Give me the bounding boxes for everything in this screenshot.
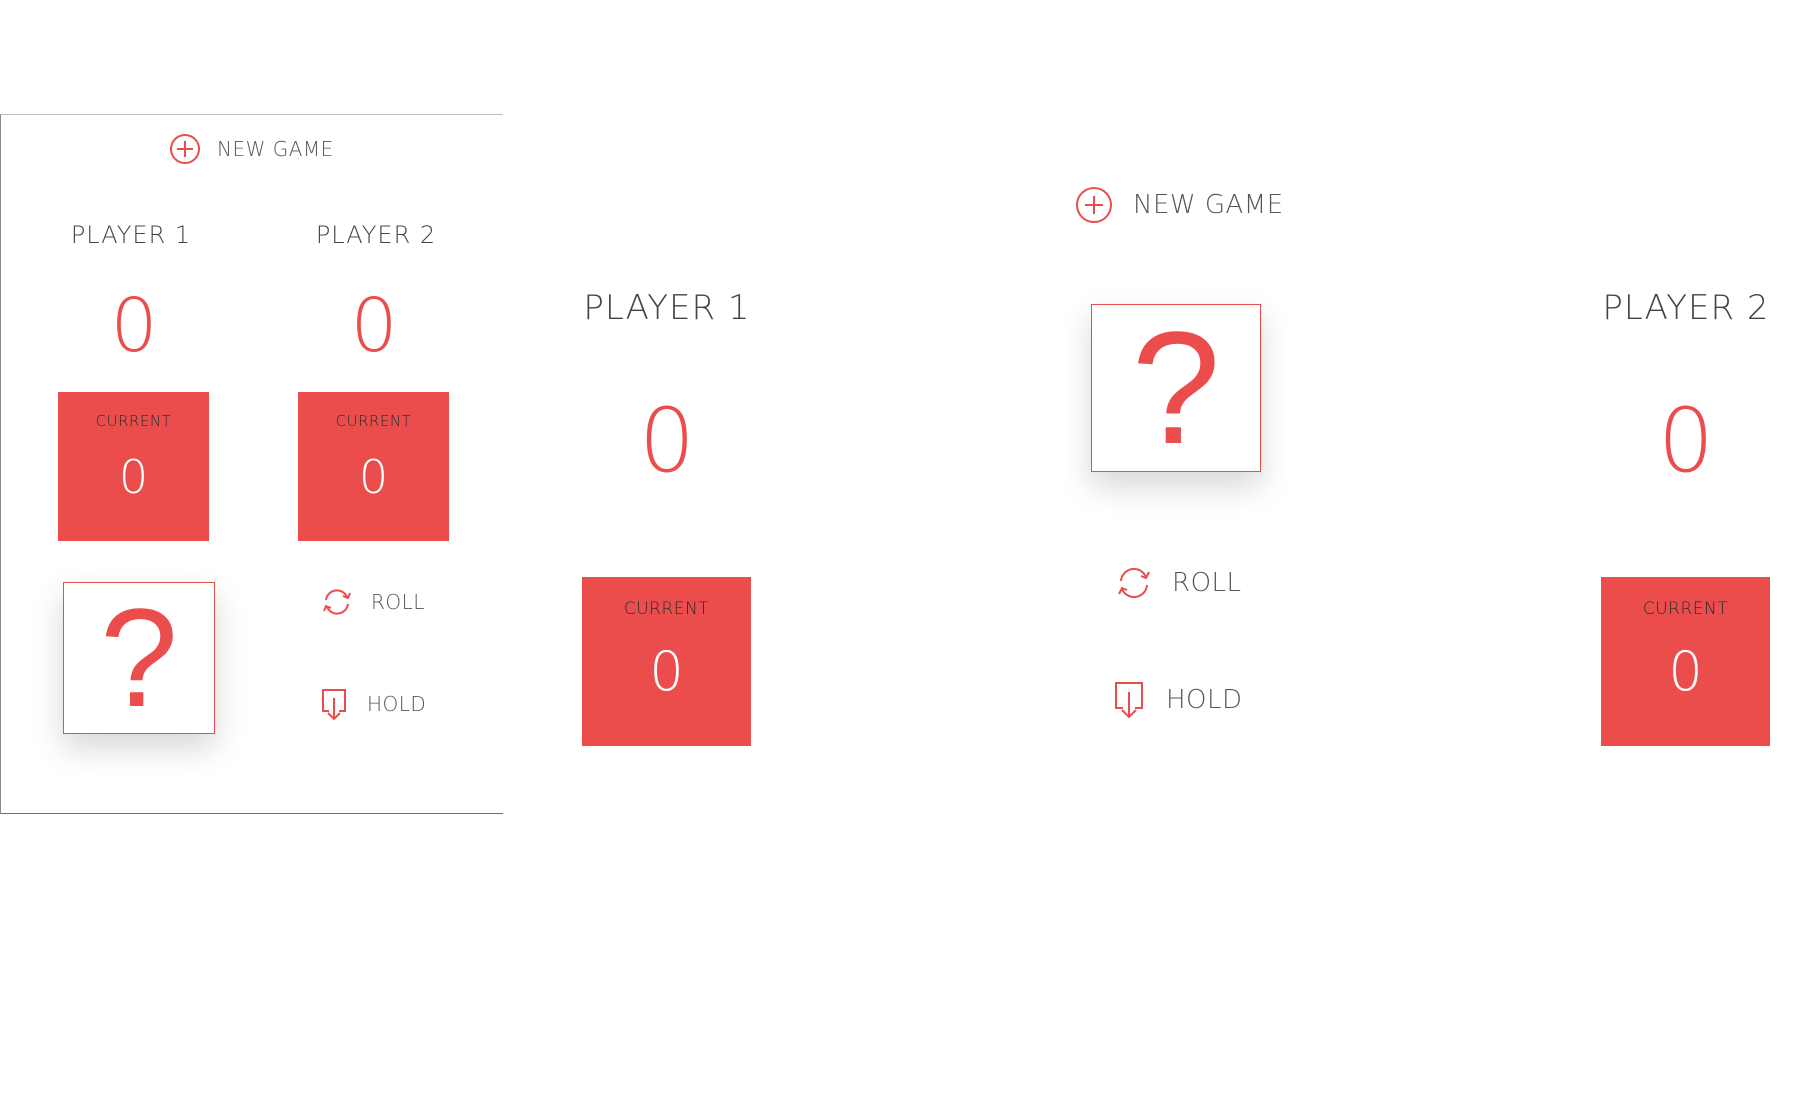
mobile-player-2-current-value: 0 bbox=[358, 450, 389, 504]
mobile-hold-button[interactable]: HOLD bbox=[319, 687, 426, 721]
mobile-new-game-button[interactable]: NEW GAME bbox=[169, 133, 334, 165]
desktop-player-1-current-value: 0 bbox=[649, 640, 684, 703]
mobile-player-1-current-label: CURRENT bbox=[95, 412, 172, 430]
refresh-icon bbox=[323, 589, 351, 615]
desktop-dice-glyph: ? bbox=[1131, 298, 1221, 477]
refresh-icon bbox=[1118, 567, 1150, 599]
desktop-player-1-current-label: CURRENT bbox=[623, 599, 710, 619]
hold-download-icon bbox=[1115, 682, 1143, 719]
mobile-player-1-current-value: 0 bbox=[118, 450, 149, 504]
mobile-hold-label: HOLD bbox=[367, 692, 427, 716]
desktop-new-game-label: NEW GAME bbox=[1133, 190, 1284, 220]
mobile-game-panel: NEW GAME PLAYER 1 PLAYER 2 0 0 CURRENT 0… bbox=[0, 114, 503, 814]
desktop-player-2-name: PLAYER 2 bbox=[1602, 288, 1770, 328]
desktop-player-1-name: PLAYER 1 bbox=[583, 288, 751, 328]
desktop-player-1-current-box: CURRENT 0 bbox=[582, 577, 751, 746]
hold-download-icon bbox=[322, 689, 346, 721]
desktop-player-2-current-box: CURRENT 0 bbox=[1601, 577, 1770, 746]
plus-circle-icon bbox=[1076, 187, 1112, 223]
mobile-player-2-score: 0 bbox=[350, 283, 398, 369]
desktop-player-2-current-label: CURRENT bbox=[1642, 599, 1729, 619]
desktop-player-1-score: 0 bbox=[639, 389, 695, 492]
desktop-roll-button[interactable]: ROLL bbox=[1116, 566, 1242, 600]
mobile-player-2-name: PLAYER 2 bbox=[315, 221, 437, 249]
mobile-dice: ? bbox=[63, 582, 215, 734]
mobile-player-1-score: 0 bbox=[110, 283, 158, 369]
mobile-roll-button[interactable]: ROLL bbox=[321, 587, 425, 617]
mobile-player-1-current-box: CURRENT 0 bbox=[58, 392, 209, 541]
mobile-player-2-current-box: CURRENT 0 bbox=[298, 392, 449, 541]
mobile-player-2-current-label: CURRENT bbox=[335, 412, 412, 430]
desktop-roll-label: ROLL bbox=[1172, 568, 1242, 598]
mobile-new-game-label: NEW GAME bbox=[217, 137, 334, 161]
mobile-player-1-name: PLAYER 1 bbox=[70, 221, 192, 249]
desktop-player-2-score: 0 bbox=[1658, 389, 1714, 492]
plus-circle-icon bbox=[170, 134, 200, 164]
desktop-hold-button[interactable]: HOLD bbox=[1112, 680, 1243, 720]
mobile-roll-label: ROLL bbox=[371, 590, 425, 614]
desktop-new-game-button[interactable]: NEW GAME bbox=[1075, 186, 1284, 224]
desktop-dice: ? bbox=[1091, 304, 1261, 472]
desktop-player-2-current-value: 0 bbox=[1668, 640, 1703, 703]
desktop-hold-label: HOLD bbox=[1166, 685, 1243, 715]
mobile-dice-glyph: ? bbox=[100, 579, 178, 736]
